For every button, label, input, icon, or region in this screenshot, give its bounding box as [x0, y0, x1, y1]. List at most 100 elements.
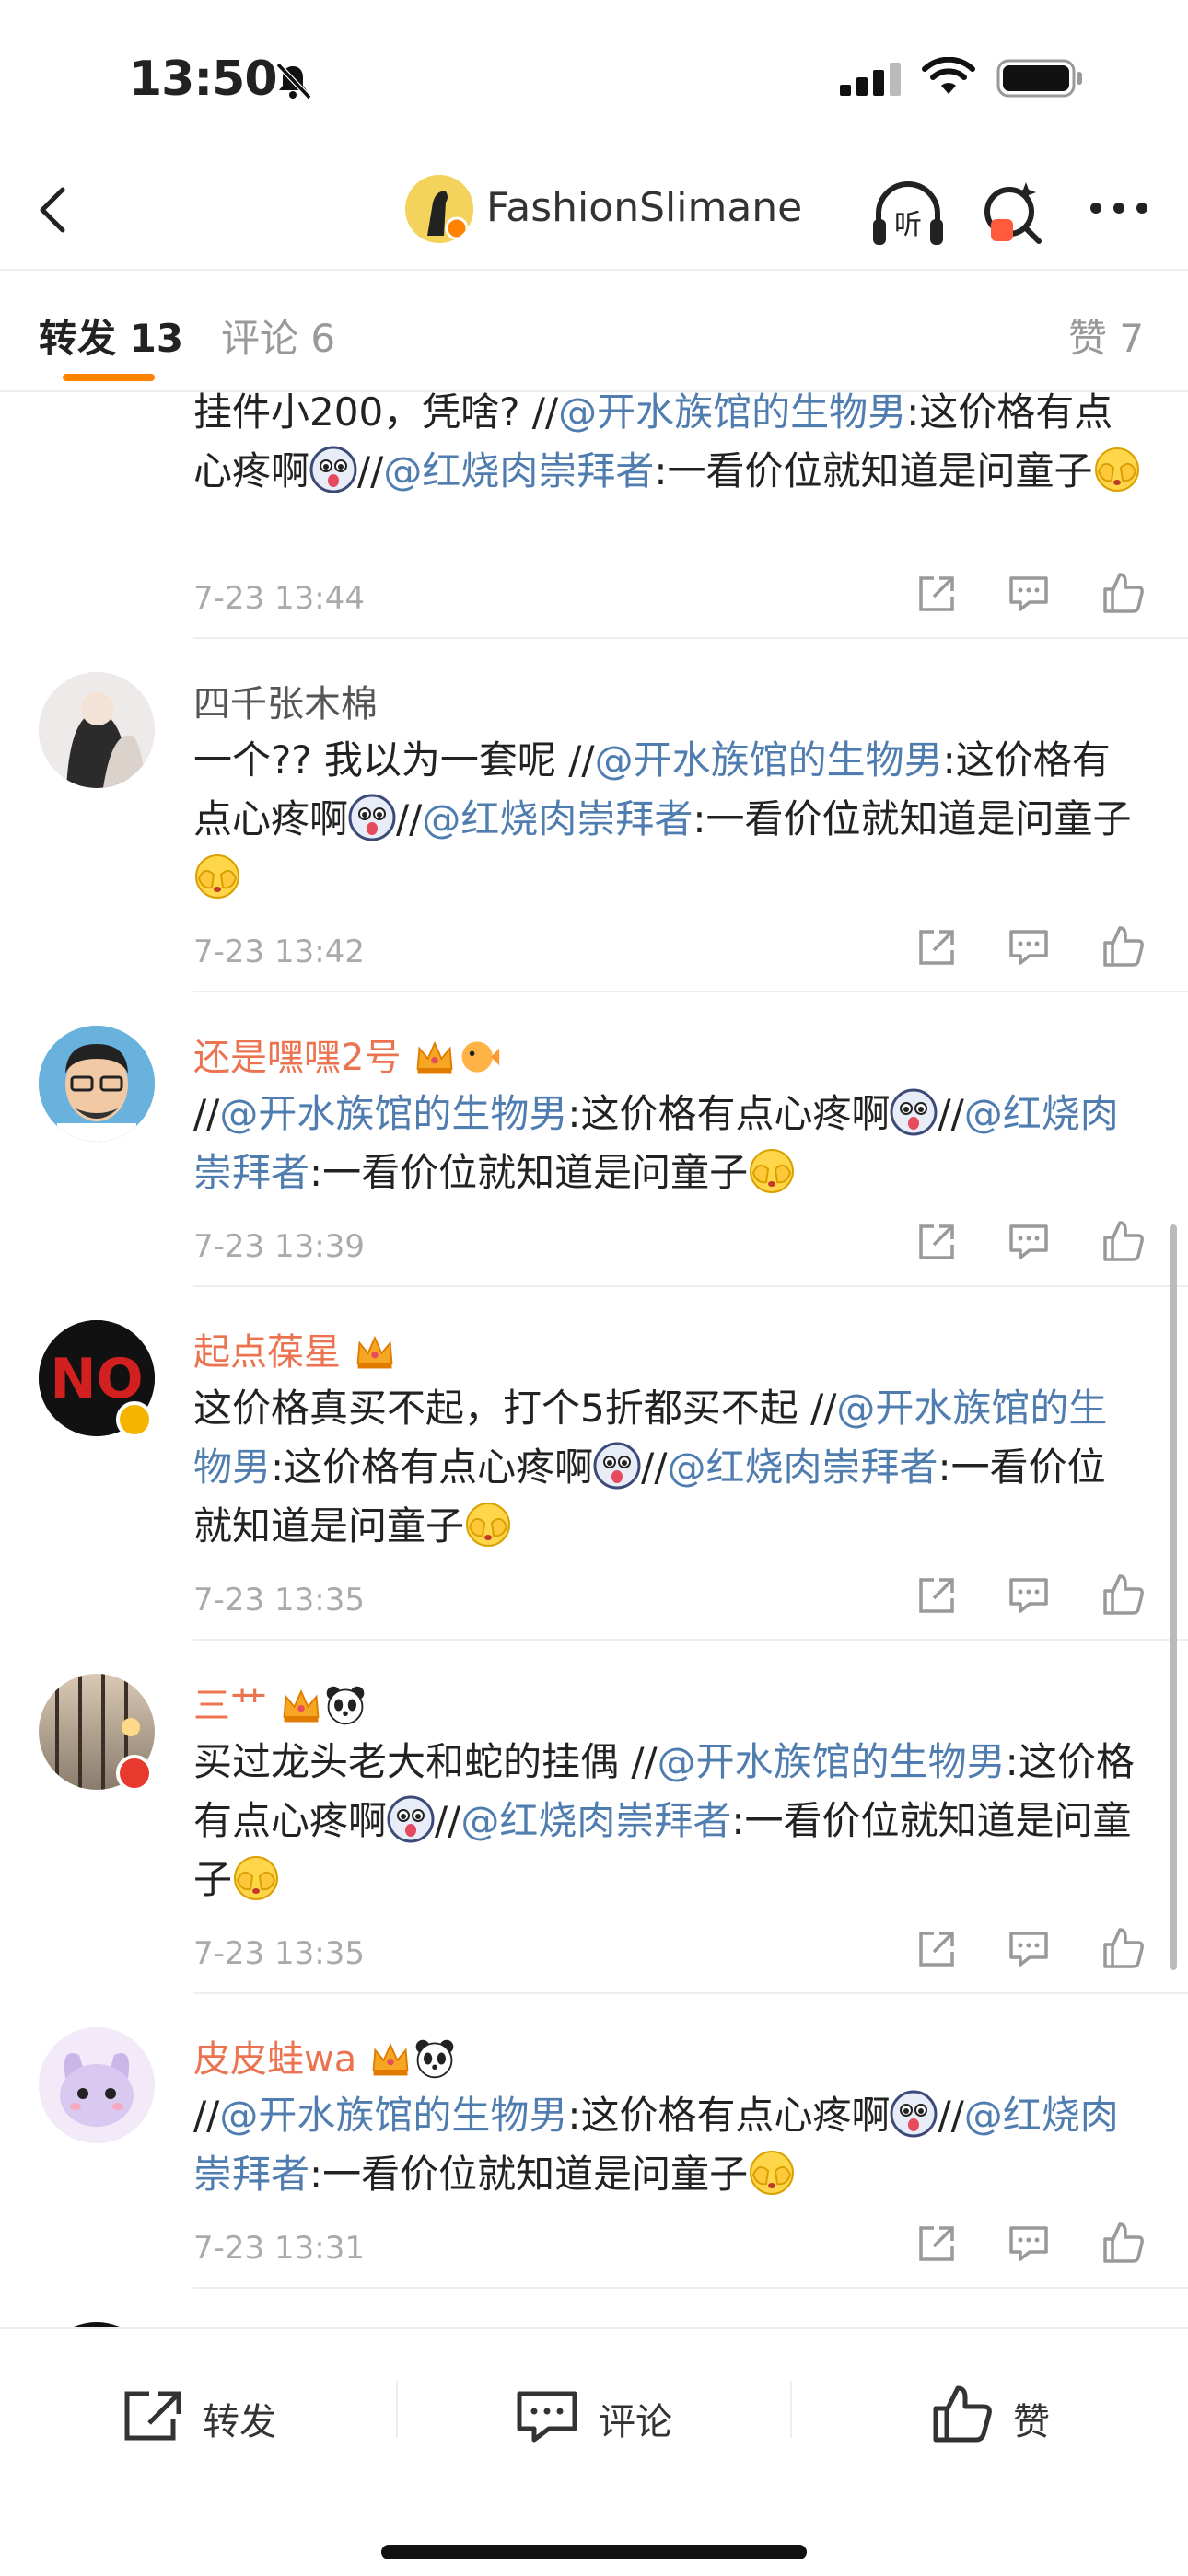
bottom-repost-label: 转发 — [203, 2401, 276, 2443]
tab-bar: 转发 13 评论 6 赞 7 — [0, 271, 1188, 392]
repost-time: 7-23 13:39 — [193, 1228, 365, 1265]
mention-link[interactable]: @开水族馆的生物男 — [595, 737, 943, 783]
mention-link[interactable]: @红烧肉崇拜者 — [667, 1445, 938, 1490]
tab-active-indicator — [63, 374, 155, 381]
repost-icon[interactable] — [915, 573, 958, 615]
user-name[interactable]: 皮皮蛙wa — [193, 2029, 457, 2083]
bottom-like-label: 赞 — [1013, 2401, 1050, 2443]
crown-badge-icon — [372, 2042, 409, 2076]
crown-badge-icon — [416, 1040, 453, 1074]
ai-search-icon[interactable] — [978, 177, 1048, 250]
comment-icon[interactable] — [1007, 1221, 1050, 1263]
list-item: 三艹 买过龙头老大和蛇的挂偶 //@开水族馆的生物男:这价格有点心疼啊//@红烧… — [0, 1641, 1188, 1994]
divider — [790, 2381, 792, 2438]
repost-icon[interactable] — [915, 1221, 958, 1263]
wifi-icon — [922, 57, 975, 94]
comment-icon[interactable] — [1007, 1574, 1050, 1617]
author-name[interactable]: FashionSlimane — [486, 184, 802, 231]
like-icon[interactable] — [1101, 1572, 1146, 1617]
repost-time: 7-23 13:44 — [193, 580, 365, 617]
covering-face-emoji-icon — [466, 1503, 511, 1547]
list-item: 四千张木棉 一个?? 我以为一套呢 //@开水族馆的生物男:这价格有点心疼啊//… — [0, 639, 1188, 992]
bottom-repost-button[interactable]: 转发 — [122, 2377, 306, 2451]
panda-badge-icon — [326, 1686, 365, 1725]
listen-icon[interactable]: 听 — [869, 179, 947, 252]
like-icon[interactable] — [1101, 2221, 1146, 2265]
vip-badge-icon — [116, 1755, 153, 1792]
repost-icon[interactable] — [915, 1574, 958, 1617]
comment-icon[interactable] — [1007, 926, 1050, 969]
comment-icon[interactable] — [1007, 573, 1050, 615]
repost-time: 7-23 13:42 — [193, 934, 365, 970]
battery-icon — [996, 59, 1082, 98]
like-icon[interactable] — [1101, 924, 1146, 969]
covering-face-emoji-icon — [234, 1856, 279, 1900]
pufferfish-badge-icon — [461, 1041, 500, 1073]
covering-face-emoji-icon — [750, 2151, 795, 2195]
like-icon — [933, 2385, 992, 2443]
author-avatar[interactable] — [405, 175, 473, 243]
avatar[interactable] — [39, 1026, 155, 1142]
mention-link[interactable]: @开水族馆的生物男 — [219, 2093, 567, 2138]
mention-link[interactable]: @红烧肉崇拜者 — [383, 448, 654, 493]
user-name[interactable]: 四千张木棉 — [193, 674, 378, 727]
list-item: 皮皮蛙wa //@开水族馆的生物男:这价格有点心疼啊//@红烧肉崇拜者:一看价位… — [0, 1994, 1188, 2289]
repost-time: 7-23 13:35 — [193, 1935, 365, 1972]
panda-badge-icon — [415, 2039, 454, 2079]
divider — [193, 2287, 1188, 2289]
status-time: 13:50 — [129, 52, 278, 107]
mention-link[interactable]: @开水族馆的生物男 — [658, 1739, 1006, 1784]
comment-icon — [517, 2391, 577, 2443]
listen-label: 听 — [894, 209, 922, 241]
repost-icon[interactable] — [915, 2222, 958, 2265]
user-name[interactable]: 起点葆星 — [193, 1322, 397, 1375]
covering-face-emoji-icon — [195, 854, 239, 899]
scrollbar[interactable] — [1170, 1224, 1177, 1970]
back-arrow-icon[interactable] — [28, 182, 83, 238]
cellular-signal-icon — [840, 63, 901, 96]
bottom-comment-label: 评论 — [599, 2401, 672, 2443]
mention-link[interactable]: @开水族馆的生物男 — [558, 390, 906, 435]
covering-face-emoji-icon — [750, 1149, 795, 1193]
mention-link[interactable]: @红烧肉崇拜者 — [460, 1798, 731, 1843]
crying-dog-emoji-icon — [387, 1795, 435, 1843]
avatar[interactable] — [39, 672, 155, 788]
repost-icon[interactable] — [915, 926, 958, 969]
repost-text: 挂件小200，凭啥? //@开水族馆的生物男:这价格有点心疼啊//@红烧肉崇拜者… — [193, 390, 1142, 501]
top-nav-bar: FashionSlimane 听 — [0, 157, 1188, 271]
crying-dog-emoji-icon — [890, 1088, 938, 1136]
repost-text: //@开水族馆的生物男:这价格有点心疼啊//@红烧肉崇拜者:一看价位就知道是问童… — [193, 1085, 1142, 1202]
avatar[interactable] — [39, 2027, 155, 2143]
status-bar: 13:50 — [0, 0, 1188, 157]
bottom-comment-button[interactable]: 评论 — [516, 2377, 700, 2451]
like-icon[interactable] — [1101, 1926, 1146, 1970]
crown-badge-icon — [283, 1688, 320, 1723]
divider — [396, 2381, 398, 2438]
list-item: NO 起点葆星 这价格真买不起，打个5折都买不起 //@开水族馆的生物男:这价格… — [0, 1287, 1188, 1641]
crown-badge-icon — [356, 1335, 393, 1369]
home-indicator[interactable] — [381, 2545, 807, 2559]
repost-list[interactable]: 挂件小200，凭啥? //@开水族馆的生物男:这价格有点心疼啊//@红烧肉崇拜者… — [0, 390, 1188, 2327]
list-item: 还是嘿嘿2号 //@开水族馆的生物男:这价格有点心疼啊//@红烧肉崇拜者:一看价… — [0, 992, 1188, 1287]
mention-link[interactable]: @红烧肉崇拜者 — [422, 796, 693, 841]
mention-link[interactable]: @开水族馆的生物男 — [219, 1091, 567, 1136]
user-name[interactable]: 还是嘿嘿2号 — [193, 1027, 501, 1081]
tab-like[interactable]: 赞 7 — [1068, 307, 1144, 364]
repost-icon — [124, 2391, 181, 2441]
comment-icon[interactable] — [1007, 1928, 1050, 1970]
user-name[interactable]: 三艹 — [193, 1676, 367, 1729]
tab-comment[interactable]: 评论 6 — [221, 307, 335, 364]
like-icon[interactable] — [1101, 571, 1146, 615]
bottom-action-bar: 转发 评论 赞 — [0, 2327, 1188, 2576]
repost-icon[interactable] — [915, 1928, 958, 1970]
crying-dog-emoji-icon — [348, 794, 396, 841]
repost-text: 一个?? 我以为一套呢 //@开水族馆的生物男:这价格有点心疼啊//@红烧肉崇拜… — [193, 731, 1142, 908]
tab-repost[interactable]: 转发 13 — [39, 307, 183, 364]
repost-text: //@开水族馆的生物男:这价格有点心疼啊//@红烧肉崇拜者:一看价位就知道是问童… — [193, 2086, 1142, 2204]
more-icon[interactable] — [1087, 199, 1151, 217]
covering-face-emoji-icon — [1094, 447, 1139, 492]
bottom-like-button[interactable]: 赞 — [930, 2377, 1114, 2451]
repost-text: 这价格真买不起，打个5折都买不起 //@开水族馆的生物男:这价格有点心疼啊//@… — [193, 1386, 1108, 1549]
comment-icon[interactable] — [1007, 2222, 1050, 2265]
like-icon[interactable] — [1101, 1219, 1146, 1263]
